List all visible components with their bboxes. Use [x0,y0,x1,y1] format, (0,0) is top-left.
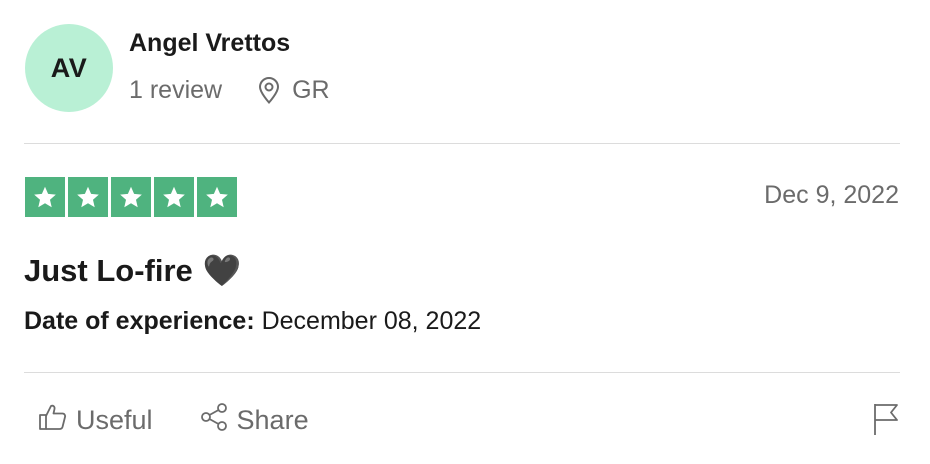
avatar[interactable]: AV [25,24,113,112]
star-icon [25,177,65,217]
share-icon [199,402,229,439]
share-label: Share [236,405,309,435]
review-count: 1 review [129,75,223,104]
reviewer-name[interactable]: Angel Vrettos [129,29,290,58]
black-heart-emoji: 🖤 [202,253,242,288]
date-of-experience: Date of experience: December 08, 2022 [24,307,481,336]
divider [24,143,900,144]
star-icon [154,177,194,217]
report-button[interactable] [872,402,900,441]
useful-button[interactable]: Useful [38,402,153,439]
reviewer-meta: 1 review GR [129,73,330,107]
star-rating [25,177,237,217]
thumbs-up-icon [38,402,68,439]
experience-label: Date of experience: [24,307,255,335]
review-actions: Useful Share [38,402,309,439]
divider [24,372,900,373]
star-icon [68,177,108,217]
star-icon [197,177,237,217]
avatar-initials: AV [50,52,88,83]
share-button[interactable]: Share [199,402,309,439]
experience-date: December 08, 2022 [261,307,482,335]
useful-label: Useful [76,405,153,435]
review-title-text: Just Lo-fire [24,252,193,288]
reviewer-country: GR [292,75,330,104]
review-date: Dec 9, 2022 [764,181,899,209]
flag-icon [872,404,900,440]
location-pin-icon [258,76,280,104]
review-title[interactable]: Just Lo-fire 🖤 [24,252,241,289]
star-icon [111,177,151,217]
